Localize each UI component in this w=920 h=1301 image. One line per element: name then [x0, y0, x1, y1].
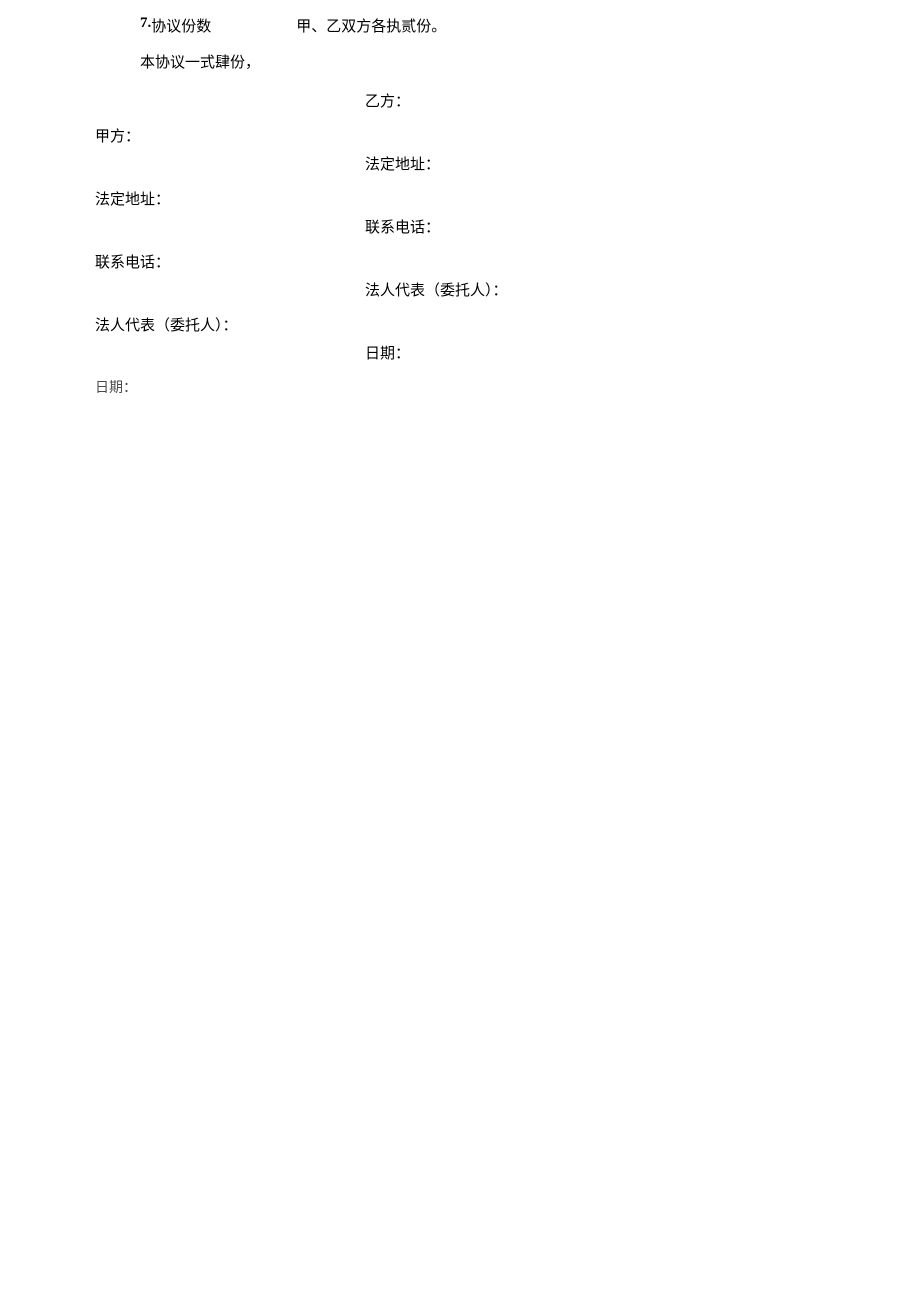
party-b-block: 乙方： 法定地址： 联系电话： 法人代表（委托人）： 日期：	[365, 90, 508, 405]
party-a-date: 日期：	[95, 377, 238, 397]
party-b-phone: 联系电话：	[365, 216, 508, 237]
party-a-block: 甲方： 法定地址： 联系电话： 法人代表（委托人）： 日期：	[95, 125, 238, 439]
section-note: 甲、乙双方各执贰份。	[296, 15, 446, 36]
agreement-statement: 本协议一式肆份，	[95, 51, 825, 72]
party-b-date: 日期：	[365, 342, 508, 363]
party-b-representative: 法人代表（委托人）：	[365, 279, 508, 300]
section-title: 协议份数	[151, 15, 211, 36]
party-b-address: 法定地址：	[365, 153, 508, 174]
party-b-name: 乙方：	[365, 90, 508, 111]
section-header-line: 7. 协议份数 甲、乙双方各执贰份。	[95, 15, 825, 36]
party-a-representative: 法人代表（委托人）：	[95, 314, 238, 335]
party-a-address: 法定地址：	[95, 188, 238, 209]
party-a-phone: 联系电话：	[95, 251, 238, 272]
section-number: 7.	[140, 15, 151, 36]
party-a-name: 甲方：	[95, 125, 238, 146]
